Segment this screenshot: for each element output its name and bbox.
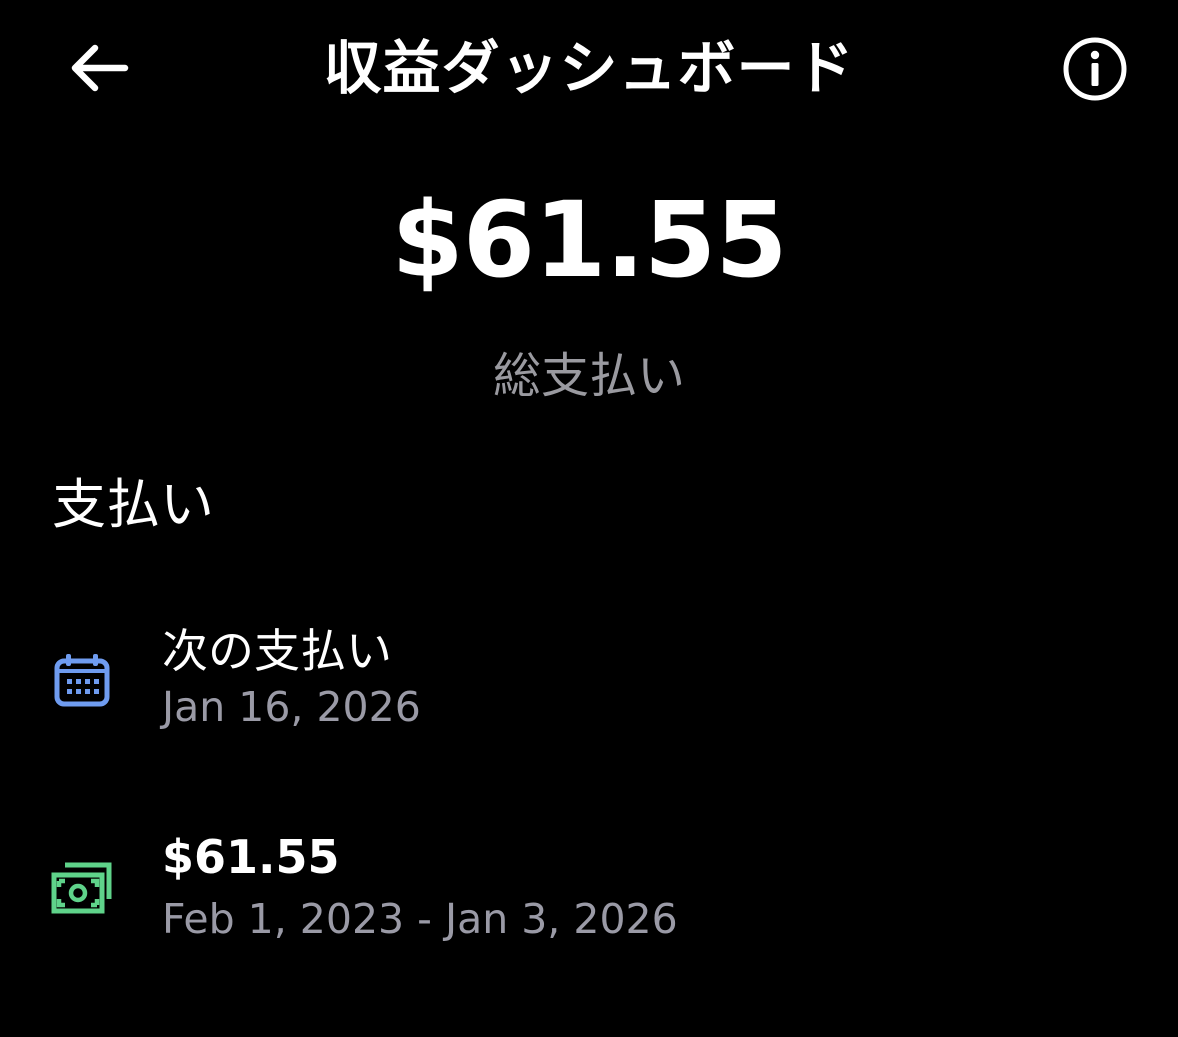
next-payout-row[interactable]: 次の支払い Jan 16, 2026 bbox=[0, 608, 1178, 758]
payout-period: Feb 1, 2023 - Jan 3, 2026 bbox=[162, 895, 678, 943]
payments-section-heading: 支払い bbox=[52, 473, 214, 536]
cash-icon bbox=[50, 856, 114, 920]
payout-total-amount: $61.55 bbox=[162, 830, 340, 884]
top-app-bar: 収益ダッシュボード bbox=[0, 0, 1178, 140]
next-payout-date: Jan 16, 2026 bbox=[162, 683, 421, 731]
next-payout-title: 次の支払い bbox=[162, 624, 392, 678]
arrow-left-icon bbox=[71, 44, 129, 92]
page-title: 収益ダッシュボード bbox=[323, 34, 855, 102]
info-circle-icon bbox=[1063, 37, 1127, 101]
total-payout-label: 総支払い bbox=[492, 348, 685, 404]
info-button[interactable] bbox=[1052, 26, 1138, 112]
payout-total-row[interactable]: $61.55 Feb 1, 2023 - Jan 3, 2026 bbox=[0, 818, 1178, 968]
back-button[interactable] bbox=[58, 30, 138, 106]
total-payout-amount: $61.55 bbox=[391, 179, 787, 301]
earnings-dashboard-screen: 収益ダッシュボード $61.55 総支払い 支払い 次の支払い Jan 16, … bbox=[0, 0, 1178, 1037]
calendar-icon bbox=[50, 648, 114, 712]
